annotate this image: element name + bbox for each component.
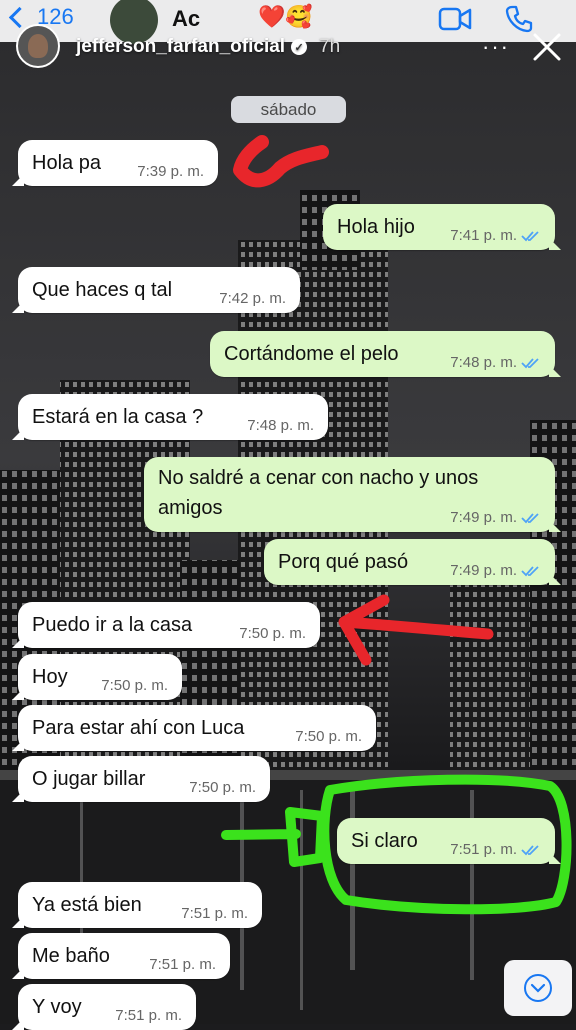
message-time: 7:51 p. m. [450, 841, 517, 858]
double-check-icon [521, 357, 539, 368]
message-time: 7:41 p. m. [450, 227, 517, 244]
video-call-icon[interactable] [438, 6, 472, 32]
message-incoming[interactable]: Para estar ahí con Luca 7:50 p. m. [18, 705, 376, 751]
message-text: Para estar ahí con Luca [32, 717, 245, 739]
date-separator: sábado [231, 96, 346, 123]
message-text: Hola hijo [337, 216, 415, 238]
message-text: Si claro [351, 830, 418, 852]
story-username: jefferson_farfan_oficial [76, 36, 286, 57]
message-text: Puedo ir a la casa [32, 614, 193, 636]
message-time: 7:50 p. m. [101, 677, 168, 694]
chevron-down-icon [524, 974, 552, 1002]
message-text: Que haces q tal [32, 279, 173, 301]
message-incoming[interactable]: Hoy 7:50 p. m. [18, 654, 182, 700]
message-text: No saldré a cenar con nacho y unos [158, 467, 479, 489]
more-options-button[interactable]: ··· [482, 34, 510, 60]
message-time: 7:50 p. m. [189, 779, 256, 796]
message-outgoing[interactable]: Porq qué pasó 7:49 p. m. [264, 539, 555, 585]
contact-emoji: ❤️🥰 [258, 4, 313, 29]
story-time: 7h [319, 36, 341, 57]
message-text: Y voy [32, 996, 82, 1018]
message-time: 7:49 p. m. [450, 509, 517, 526]
message-text: Ya está bien [32, 894, 142, 916]
message-incoming[interactable]: Que haces q tal 7:42 p. m. [18, 267, 300, 313]
message-time: 7:42 p. m. [219, 290, 286, 307]
message-time: 7:49 p. m. [450, 562, 517, 579]
message-outgoing[interactable]: No saldré a cenar con nacho y unos amigo… [144, 457, 555, 532]
message-text: Hola pa [32, 152, 101, 174]
contact-name[interactable]: Ac [172, 6, 200, 32]
message-text-line2: amigos [158, 497, 223, 519]
message-text: O jugar billar [32, 768, 146, 790]
message-text: Estará en la casa ? [32, 406, 204, 428]
message-incoming[interactable]: Estará en la casa ? 7:48 p. m. [18, 394, 328, 440]
message-text: Hoy [32, 666, 68, 688]
double-check-icon [521, 565, 539, 576]
double-check-icon [521, 512, 539, 523]
scroll-to-bottom-button[interactable] [504, 960, 572, 1016]
message-incoming[interactable]: O jugar billar 7:50 p. m. [18, 756, 270, 802]
message-outgoing[interactable]: Cortándome el pelo 7:48 p. m. [210, 331, 555, 377]
story-avatar[interactable] [16, 24, 60, 68]
message-outgoing[interactable]: Si claro 7:51 p. m. [337, 818, 555, 864]
message-time: 7:51 p. m. [181, 905, 248, 922]
message-incoming[interactable]: Ya está bien 7:51 p. m. [18, 882, 262, 928]
message-time: 7:48 p. m. [450, 354, 517, 371]
message-time: 7:51 p. m. [115, 1007, 182, 1024]
verified-icon: ✓ [291, 39, 308, 55]
double-check-icon [521, 230, 539, 241]
close-icon[interactable] [530, 30, 564, 64]
message-text: Me baño [32, 945, 110, 967]
message-incoming[interactable]: Puedo ir a la casa 7:50 p. m. [18, 602, 320, 648]
message-incoming[interactable]: Hola pa 7:39 p. m. [18, 140, 218, 186]
message-time: 7:50 p. m. [239, 625, 306, 642]
message-time: 7:39 p. m. [137, 163, 204, 180]
message-time: 7:51 p. m. [149, 956, 216, 973]
message-time: 7:50 p. m. [295, 728, 362, 745]
message-time: 7:48 p. m. [247, 417, 314, 434]
double-check-icon [521, 844, 539, 855]
message-outgoing[interactable]: Hola hijo 7:41 p. m. [323, 204, 555, 250]
message-incoming[interactable]: Y voy 7:51 p. m. [18, 984, 196, 1030]
story-header[interactable]: jefferson_farfan_oficial ✓ 7h [76, 36, 340, 58]
message-incoming[interactable]: Me baño 7:51 p. m. [18, 933, 230, 979]
message-text: Porq qué pasó [278, 551, 409, 573]
message-text: Cortándome el pelo [224, 343, 399, 365]
back-chevron-icon [8, 6, 31, 28]
